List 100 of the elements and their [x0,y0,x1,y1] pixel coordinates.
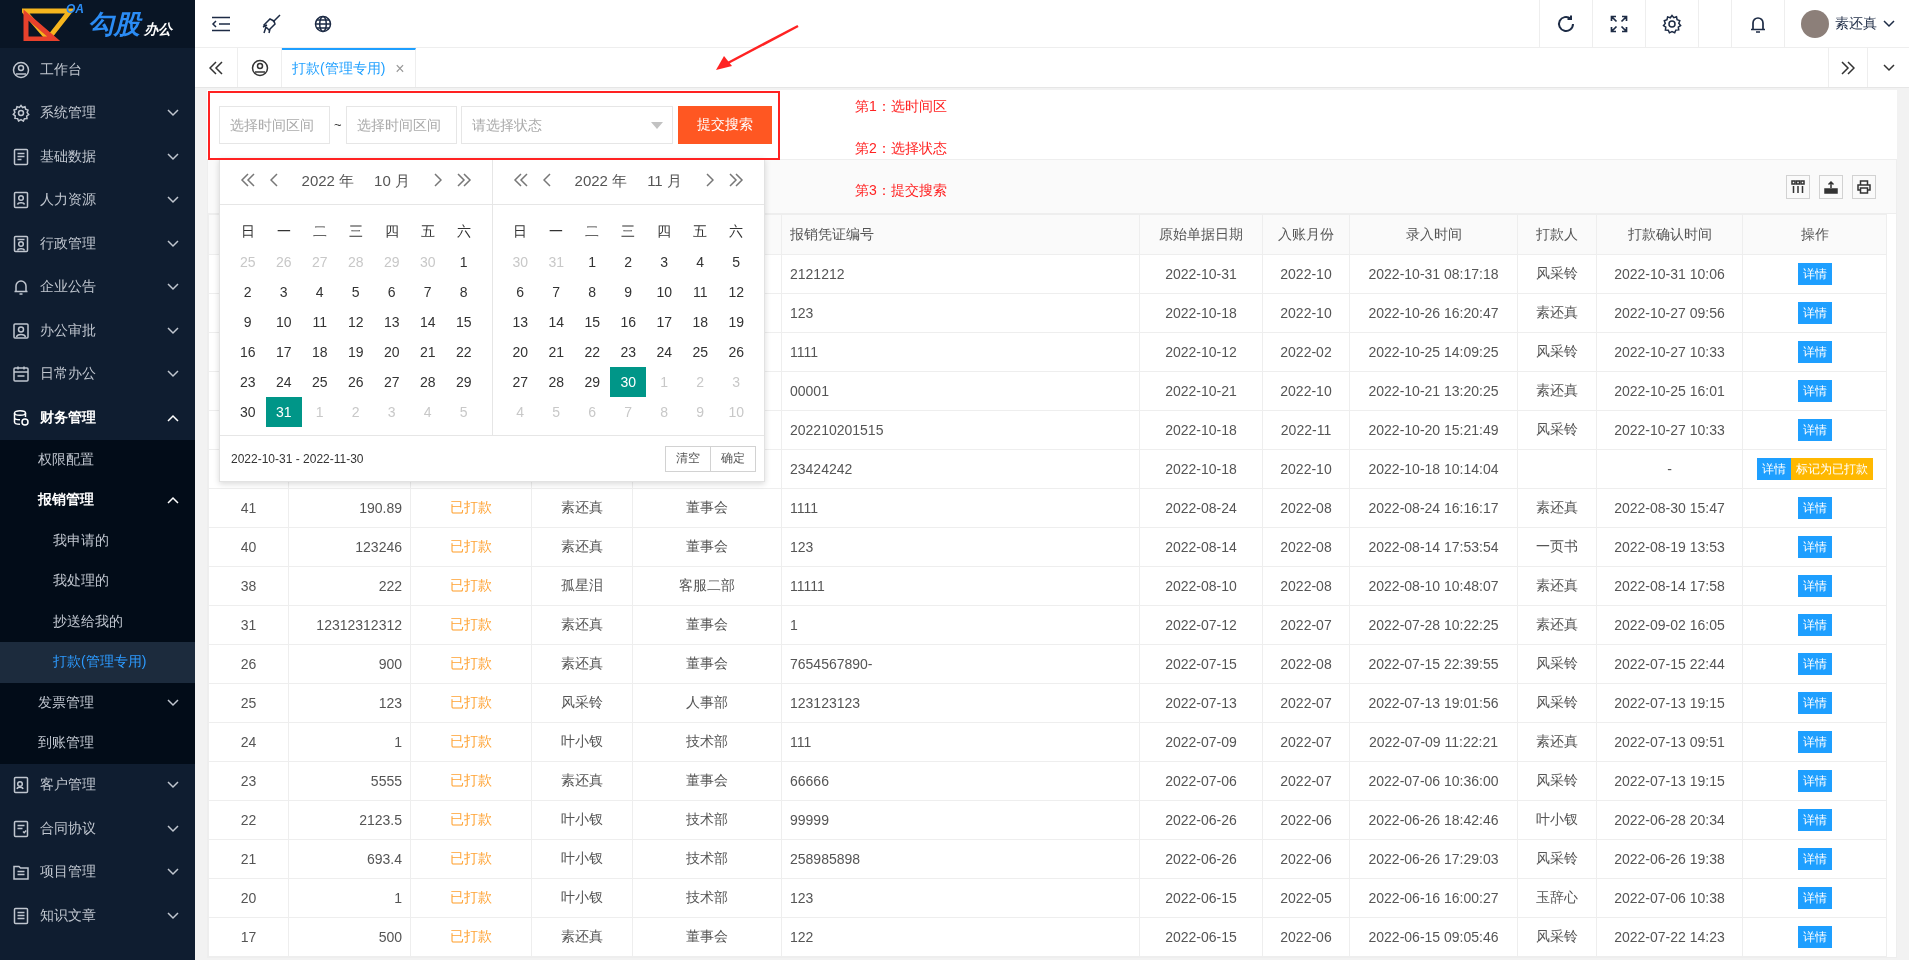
year-label[interactable]: 2022 年 [301,172,355,191]
calendar-day[interactable]: 18 [682,307,719,337]
calendar-day[interactable]: 19 [337,337,374,367]
calendar-icon [12,365,30,384]
print-button[interactable] [1852,174,1876,199]
calendar-day[interactable]: 20 [373,337,410,367]
sidebar-item[interactable]: 日常办公 [0,352,195,396]
calendar-day[interactable]: 6 [502,277,539,307]
calendar-day[interactable]: 15 [574,307,611,337]
calendar-day[interactable]: 2 [229,277,266,307]
calendar-day[interactable]: 29 [445,367,482,397]
calendar-day[interactable]: 30 [229,397,266,427]
table-cell: 技术部 [632,878,782,918]
calendar-day[interactable]: 23 [229,367,266,397]
calendar-day[interactable]: 28 [538,367,575,397]
table-cell: 2022-10-21 [1139,371,1263,411]
month-label[interactable]: 11 月 [647,172,682,191]
calendar-day[interactable]: 5 [718,247,755,277]
sidebar-item[interactable]: 基础数据 [0,135,195,179]
sidebar-item[interactable]: 人力资源 [0,178,195,222]
calendar-day[interactable]: 27 [373,367,410,397]
sidebar-item[interactable]: 到账管理 [0,723,195,764]
calendar-day[interactable]: 29 [574,367,611,397]
table-cell: 26 [208,644,289,684]
column-filter-button[interactable] [1786,174,1810,199]
sidebar-item[interactable]: 系统管理 [0,91,195,135]
sidebar-item[interactable]: 我申请的 [0,520,195,561]
calendar-day[interactable]: 11 [301,307,338,337]
calendar-day[interactable]: 12 [337,307,374,337]
calendar-day[interactable]: 3 [265,277,302,307]
calendar-day[interactable]: 9 [229,307,266,337]
sidebar-item[interactable]: 企业公告 [0,265,195,309]
year-label[interactable]: 2022 年 [574,172,628,191]
status-text: 已打款 [410,566,532,606]
calendar-day[interactable]: 5 [337,277,374,307]
calendar-day[interactable]: 23 [610,337,647,367]
calendar-day[interactable]: 25 [301,367,338,397]
month-label[interactable]: 10 月 [374,172,410,191]
calendar-day[interactable]: 18 [301,337,338,367]
calendar-day[interactable]: 10 [265,307,302,337]
calendar-day[interactable]: 26 [718,337,755,367]
calendar-day[interactable]: 7 [409,277,446,307]
calendar-day[interactable]: 8 [445,277,482,307]
calendar-day[interactable]: 14 [538,307,575,337]
calendar-day[interactable]: 30 [610,367,647,397]
sidebar-item[interactable]: 抄送给我的 [0,601,195,642]
picker-button[interactable]: 确定 [711,445,756,472]
sidebar-item[interactable]: 发票管理 [0,682,195,723]
calendar-day[interactable]: 10 [646,277,683,307]
status-select[interactable]: 请选择状态 [460,105,673,144]
calendar-day[interactable]: 25 [682,337,719,367]
calendar-day[interactable]: 9 [610,277,647,307]
sidebar-item[interactable]: 打款(管理专用) [0,642,195,683]
calendar-day[interactable]: 7 [538,277,575,307]
calendar-day[interactable]: 2 [610,247,647,277]
calendar-day[interactable]: 19 [718,307,755,337]
end-date-field[interactable]: 选择时间区间 [345,105,457,144]
start-date-field[interactable]: 选择时间区间 [219,105,330,144]
calendar-day[interactable]: 1 [574,247,611,277]
calendar-day[interactable]: 4 [682,247,719,277]
sidebar-item[interactable]: 行政管理 [0,222,195,266]
calendar-day[interactable]: 1 [445,247,482,277]
calendar-day[interactable]: 3 [646,247,683,277]
calendar-day[interactable]: 15 [445,307,482,337]
calendar-day[interactable]: 17 [646,307,683,337]
sidebar-item[interactable]: 办公审批 [0,309,195,353]
calendar-day[interactable]: 27 [502,367,539,397]
sidebar-item[interactable]: 客户管理 [0,763,195,807]
calendar-day[interactable]: 11 [682,277,719,307]
calendar-day[interactable]: 6 [373,277,410,307]
sidebar-item[interactable]: 权限配置 [0,439,195,480]
calendar-day[interactable]: 22 [574,337,611,367]
calendar-day[interactable]: 16 [610,307,647,337]
calendar-day[interactable]: 17 [265,337,302,367]
sidebar-item[interactable]: 财务管理 [0,396,195,440]
calendar-day[interactable]: 20 [502,337,539,367]
sidebar-item[interactable]: 工作台 [0,48,195,92]
export-button[interactable] [1819,174,1843,199]
calendar-day[interactable]: 22 [445,337,482,367]
user-menu[interactable]: 素还真 [1784,0,1909,47]
calendar-day[interactable]: 26 [337,367,374,397]
calendar-day[interactable]: 13 [373,307,410,337]
calendar-day[interactable]: 31 [265,397,302,427]
picker-button[interactable]: 清空 [665,445,711,472]
calendar-day[interactable]: 14 [409,307,446,337]
calendar-day[interactable]: 21 [409,337,446,367]
calendar-day[interactable]: 12 [718,277,755,307]
sidebar-item[interactable]: 项目管理 [0,850,195,894]
table-cell: 董事会 [632,644,782,684]
sidebar-item[interactable]: 知识文章 [0,894,195,938]
calendar-day[interactable]: 13 [502,307,539,337]
sidebar-item[interactable]: 合同协议 [0,807,195,851]
sidebar-item[interactable]: 我处理的 [0,561,195,602]
calendar-day[interactable]: 24 [265,367,302,397]
calendar-day[interactable]: 4 [301,277,338,307]
calendar-day[interactable]: 28 [409,367,446,397]
calendar-day[interactable]: 21 [538,337,575,367]
calendar-day[interactable]: 24 [646,337,683,367]
calendar-day[interactable]: 8 [574,277,611,307]
sidebar-item[interactable]: 报销管理 [0,480,195,521]
